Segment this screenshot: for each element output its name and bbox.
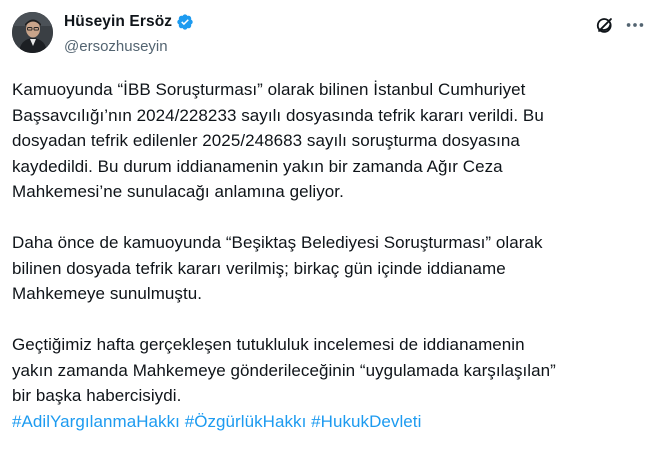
more-horizontal-icon[interactable] — [624, 14, 646, 36]
post-paragraph-1: Kamuoyunda “İBB Soruşturması” olarak bil… — [12, 80, 544, 201]
avatar[interactable] — [12, 12, 53, 53]
post-header: Hüseyin Ersöz @ersozhuseyin — [0, 0, 665, 66]
grok-icon[interactable] — [594, 14, 616, 36]
verified-badge-icon — [176, 13, 194, 31]
hashtag-link[interactable]: #AdilYargılanmaHakkı — [12, 412, 180, 431]
hashtag-row: #AdilYargılanmaHakkı #ÖzgürlükHakkı #Huk… — [12, 409, 652, 435]
post-paragraph-3: Geçtiğimiz hafta gerçekleşen tutukluluk … — [12, 335, 556, 405]
hashtag-link[interactable]: #HukukDevleti — [311, 412, 421, 431]
author-handle[interactable]: @ersozhuseyin — [64, 38, 168, 55]
post-text: Kamuoyunda “İBB Soruşturması” olarak bil… — [12, 77, 652, 434]
author-name-row: Hüseyin Ersöz — [64, 13, 194, 31]
author-display-name[interactable]: Hüseyin Ersöz — [64, 13, 172, 31]
hashtag-link[interactable]: #ÖzgürlükHakkı — [185, 412, 307, 431]
post-paragraph-2: Daha önce de kamuoyunda “Beşiktaş Beledi… — [12, 233, 543, 303]
